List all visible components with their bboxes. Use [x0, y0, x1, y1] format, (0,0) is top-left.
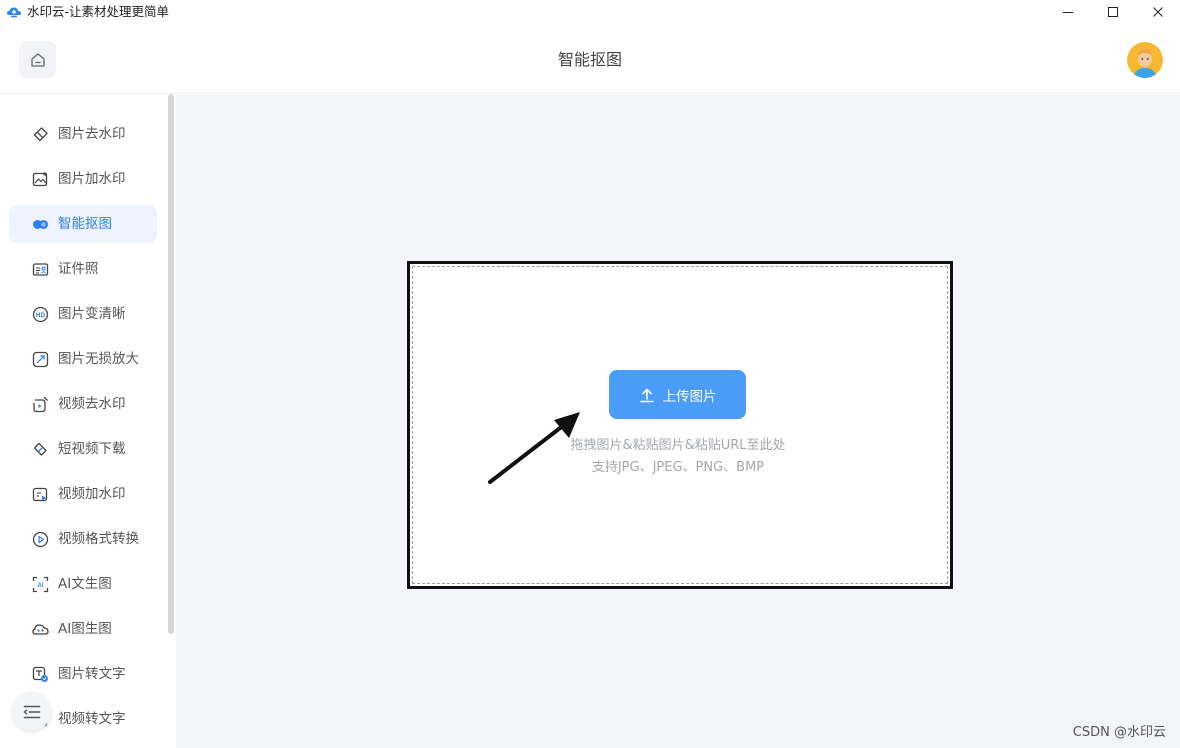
sidebar-item-label: 视频格式转换: [58, 531, 139, 547]
upload-image-button[interactable]: 上传图片: [609, 370, 746, 419]
avatar[interactable]: [1127, 42, 1163, 78]
maximize-icon: [1108, 7, 1118, 17]
hd-icon: HD: [32, 306, 49, 323]
sidebar-item-label: 智能抠图: [58, 216, 112, 232]
minimize-icon: [1063, 12, 1073, 13]
sidebar-item-label: 图片加水印: [58, 171, 126, 187]
minimize-button[interactable]: [1045, 0, 1091, 24]
sidebar: 图片去水印 图片加水印 智能抠图 证件照 HD 图片变清晰 图片无损放大 视频去…: [0, 94, 176, 748]
main-content: 上传图片 拖拽图片&粘贴图片&粘贴URL至此处 支持JPG、JPEG、PNG、B…: [176, 95, 1180, 748]
sidebar-item-ai-image-to-image[interactable]: AI图生图: [9, 610, 157, 648]
svg-text:HD: HD: [36, 312, 46, 319]
menu-collapse-icon: [23, 705, 40, 718]
sidebar-item-remove-video-watermark[interactable]: 视频去水印: [9, 385, 157, 423]
sidebar-item-image-sharpen[interactable]: HD 图片变清晰: [9, 295, 157, 333]
sidebar-item-ai-text-to-image[interactable]: AI AI文生图: [9, 565, 157, 603]
sidebar-item-label: 视频加水印: [58, 486, 126, 502]
link-icon: [33, 442, 47, 456]
video-add-icon: [32, 487, 48, 502]
sidebar-item-label: 证件照: [58, 261, 99, 277]
sidebar-item-smart-cutout[interactable]: 智能抠图: [9, 205, 157, 243]
sidebar-item-add-image-watermark[interactable]: 图片加水印: [9, 160, 157, 198]
sidebar-item-label: AI图生图: [58, 621, 112, 637]
ai-image-icon: [32, 624, 49, 635]
sidebar-item-id-photo[interactable]: 证件照: [9, 250, 157, 288]
cutout-icon: [33, 220, 48, 229]
eraser-icon: [33, 127, 48, 142]
ai-text-icon: AI: [32, 576, 49, 593]
sidebar-item-label: 图片变清晰: [58, 306, 126, 322]
sidebar-item-label: 图片去水印: [58, 126, 126, 142]
id-card-icon: [32, 263, 49, 276]
enlarge-icon: [32, 351, 49, 368]
app-logo-icon: [7, 7, 21, 18]
play-circle-icon: [32, 531, 49, 548]
close-icon: [1153, 7, 1163, 17]
ocr-icon: [32, 666, 48, 682]
upload-drop-zone[interactable]: 上传图片 拖拽图片&粘贴图片&粘贴URL至此处 支持JPG、JPEG、PNG、B…: [407, 261, 953, 589]
sidebar-item-image-to-text[interactable]: 图片转文字: [9, 655, 157, 693]
window-title: 水印云-让素材处理更简单: [27, 4, 170, 19]
sidebar-collapse-button[interactable]: [12, 692, 51, 731]
sidebar-item-lossless-enlarge[interactable]: 图片无损放大: [9, 340, 157, 378]
upload-hint-formats: 支持JPG、JPEG、PNG、BMP: [591, 460, 765, 475]
user-avatar-icon: [1127, 42, 1163, 78]
sidebar-item-video-format-convert[interactable]: 视频格式转换: [9, 520, 157, 558]
upload-button-label: 上传图片: [662, 388, 717, 405]
sidebar-item-label: 视频转文字: [58, 711, 126, 727]
title-bar: 水印云-让素材处理更简单: [0, 0, 1180, 24]
image-add-icon: [32, 172, 48, 187]
sidebar-item-short-video-download[interactable]: 短视频下载: [9, 430, 157, 468]
sidebar-item-label: 视频去水印: [58, 396, 126, 412]
sidebar-item-label: AI文生图: [58, 576, 112, 592]
sidebar-item-add-video-watermark[interactable]: 视频加水印: [9, 475, 157, 513]
source-watermark: CSDN @水印云: [1072, 725, 1166, 740]
sidebar-item-label: 图片无损放大: [58, 351, 139, 367]
app-header: 智能抠图: [0, 24, 1180, 94]
maximize-button[interactable]: [1090, 0, 1136, 24]
sidebar-scrollbar[interactable]: [168, 94, 174, 634]
svg-text:AI: AI: [38, 583, 44, 589]
close-button[interactable]: [1135, 0, 1180, 24]
video-eraser-icon: [33, 396, 48, 413]
sidebar-item-remove-image-watermark[interactable]: 图片去水印: [9, 115, 157, 153]
sidebar-item-label: 图片转文字: [58, 666, 126, 682]
upload-icon: [639, 388, 654, 402]
sidebar-item-label: 短视频下载: [58, 441, 126, 457]
upload-hint-primary: 拖拽图片&粘贴图片&粘贴URL至此处: [570, 438, 786, 453]
page-title: 智能抠图: [557, 50, 622, 69]
